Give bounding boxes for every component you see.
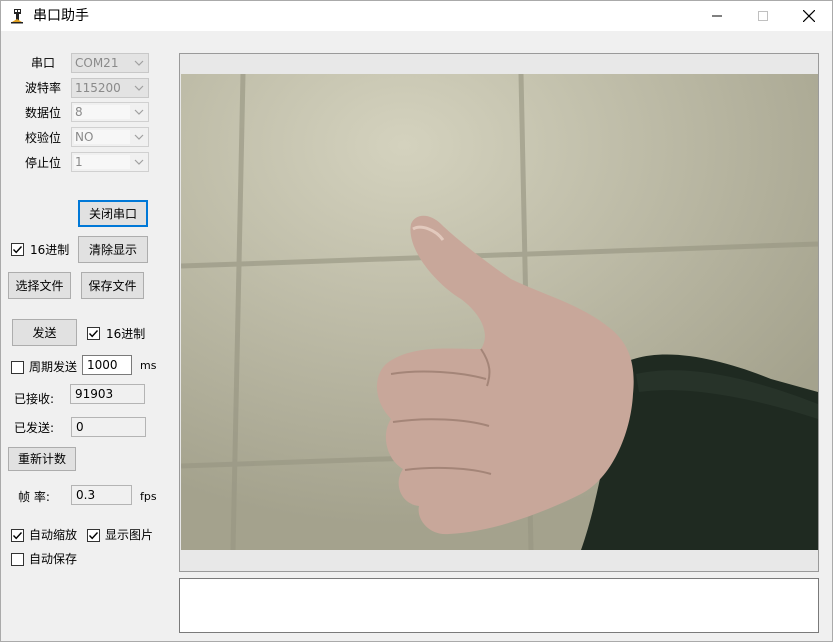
fps-field: 0.3 xyxy=(71,485,132,505)
maximize-icon xyxy=(758,11,768,21)
window-title: 串口助手 xyxy=(33,8,89,24)
fps-label: 帧 率: xyxy=(18,490,50,504)
title-bar[interactable]: 串口助手 xyxy=(1,1,832,31)
databits-label: 数据位 xyxy=(25,106,62,120)
maximize-button[interactable] xyxy=(740,1,786,31)
close-icon xyxy=(803,10,815,22)
hex-send-label: 16进制 xyxy=(106,327,146,341)
camera-image xyxy=(181,74,818,550)
close-port-button[interactable]: 关闭串口 xyxy=(78,200,148,227)
select-file-button[interactable]: 选择文件 xyxy=(8,272,71,299)
checkmark-icon xyxy=(88,330,99,338)
baud-label: 波特率 xyxy=(25,81,62,95)
checkmark-icon xyxy=(88,532,99,540)
chevron-down-icon xyxy=(134,134,144,140)
fps-unit: fps xyxy=(140,490,157,503)
sent-label: 已发送: xyxy=(14,421,55,435)
send-button[interactable]: 发送 xyxy=(12,319,77,346)
parity-select[interactable]: NO xyxy=(71,127,149,147)
parity-label: 校验位 xyxy=(25,131,62,145)
receive-text-area[interactable] xyxy=(179,578,819,633)
stopbits-label: 停止位 xyxy=(25,156,62,170)
chevron-down-icon xyxy=(134,85,144,91)
hex-send-checkbox[interactable] xyxy=(87,327,100,340)
serial-app-icon xyxy=(11,9,23,24)
period-input[interactable]: 1000 xyxy=(82,355,132,375)
chevron-down-icon xyxy=(134,159,144,165)
clear-display-button[interactable]: 清除显示 xyxy=(78,236,148,263)
baud-select[interactable]: 115200 xyxy=(71,78,149,98)
camera-image-content xyxy=(181,74,818,550)
chevron-down-icon xyxy=(134,109,144,115)
save-file-button[interactable]: 保存文件 xyxy=(81,272,144,299)
auto-zoom-checkbox[interactable] xyxy=(11,529,24,542)
databits-select[interactable]: 8 xyxy=(71,102,149,122)
show-image-label: 显示图片 xyxy=(105,528,154,542)
minimize-icon xyxy=(712,15,722,17)
received-label: 已接收: xyxy=(14,392,55,406)
period-unit: ms xyxy=(140,359,157,372)
periodic-send-label: 周期发送 xyxy=(29,360,78,374)
chevron-down-icon xyxy=(134,60,144,66)
received-count-field: 91903 xyxy=(70,384,145,404)
checkmark-icon xyxy=(12,246,23,254)
port-label: 串口 xyxy=(31,56,56,70)
stopbits-select[interactable]: 1 xyxy=(71,152,149,172)
show-image-checkbox[interactable] xyxy=(87,529,100,542)
close-button[interactable] xyxy=(786,1,832,31)
port-select[interactable]: COM21 xyxy=(71,53,149,73)
periodic-send-checkbox[interactable] xyxy=(11,361,24,374)
image-display-panel xyxy=(179,53,819,572)
hex-receive-checkbox[interactable] xyxy=(11,243,24,256)
reset-count-button[interactable]: 重新计数 xyxy=(8,447,76,471)
sent-count-field: 0 xyxy=(71,417,146,437)
auto-save-checkbox[interactable] xyxy=(11,553,24,566)
hex-receive-label: 16进制 xyxy=(30,243,70,257)
checkmark-icon xyxy=(12,532,23,540)
auto-save-label: 自动保存 xyxy=(29,552,78,566)
app-window: 串口助手 串口 COM21 波特率 115200 数据位 8 校验位 NO 停止… xyxy=(0,0,833,642)
auto-zoom-label: 自动缩放 xyxy=(29,528,78,542)
minimize-button[interactable] xyxy=(694,1,740,31)
